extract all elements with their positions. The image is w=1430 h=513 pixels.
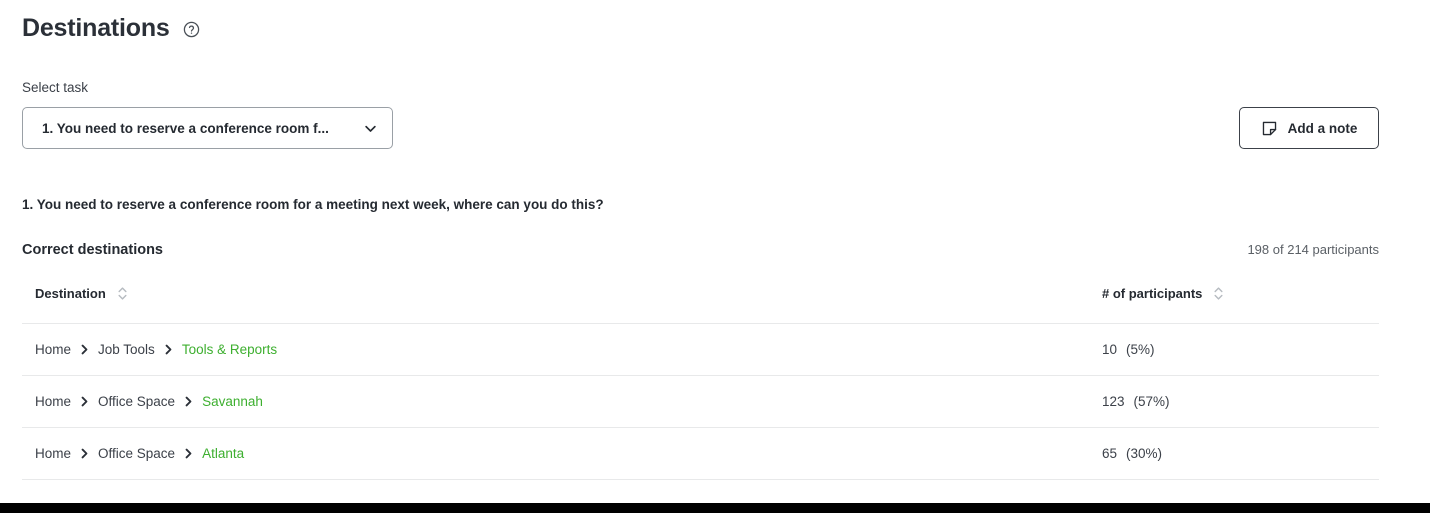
chevron-right-icon	[164, 344, 173, 355]
breadcrumb-destination: Savannah	[202, 394, 263, 409]
participants-cell: 65 (30%)	[1092, 427, 1379, 479]
breadcrumb-segment: Office Space	[98, 446, 175, 461]
participants-value-group: 10 (5%)	[1102, 342, 1379, 357]
breadcrumb-segment: Home	[35, 394, 71, 409]
results-section-header: Correct destinations 198 of 214 particip…	[22, 240, 1379, 260]
breadcrumb: Home Office Space Atlanta	[35, 446, 1092, 461]
breadcrumb-segment: Home	[35, 446, 71, 461]
table-body: Home Job Tools Tools & Reports 10 (5%) Home Of…	[22, 323, 1379, 479]
participants-percent: (57%)	[1134, 394, 1170, 409]
add-a-note-button[interactable]: Add a note	[1239, 107, 1379, 149]
participants-count: 123	[1102, 394, 1125, 409]
breadcrumb-destination: Tools & Reports	[182, 342, 277, 357]
chevron-down-icon	[353, 121, 378, 136]
page-title: Destinations	[22, 12, 170, 44]
task-select-value: 1. You need to reserve a conference room…	[42, 121, 329, 136]
participants-cell: 123 (57%)	[1092, 375, 1379, 427]
help-circle-icon[interactable]	[183, 18, 200, 38]
breadcrumb-segment: Job Tools	[98, 342, 155, 357]
chevron-right-icon	[184, 396, 193, 407]
column-header-participants-label: # of participants	[1102, 286, 1202, 301]
breadcrumb-destination: Atlanta	[202, 446, 244, 461]
table-header-row: Destination # of participants	[22, 280, 1379, 323]
chevron-right-icon	[80, 448, 89, 459]
chevron-right-icon	[80, 344, 89, 355]
destinations-table: Destination # of participants	[22, 280, 1379, 480]
table-head: Destination # of participants	[22, 280, 1379, 323]
table-row: Home Job Tools Tools & Reports 10 (5%)	[22, 323, 1379, 375]
correct-destinations-title: Correct destinations	[22, 240, 163, 260]
page-header: Destinations	[22, 12, 200, 44]
bottom-bar	[0, 503, 1430, 513]
destination-cell: Home Job Tools Tools & Reports	[22, 323, 1092, 375]
table-row: Home Office Space Atlanta 65 (30%)	[22, 427, 1379, 479]
column-header-participants[interactable]: # of participants	[1092, 280, 1379, 323]
note-icon	[1261, 120, 1278, 137]
destination-cell: Home Office Space Savannah	[22, 375, 1092, 427]
participants-percent: (30%)	[1126, 446, 1162, 461]
column-header-destination-label: Destination	[35, 286, 106, 301]
table-row: Home Office Space Savannah 123 (57%)	[22, 375, 1379, 427]
breadcrumb: Home Job Tools Tools & Reports	[35, 342, 1092, 357]
participants-value-group: 65 (30%)	[1102, 446, 1379, 461]
sort-updown-icon[interactable]	[1213, 286, 1224, 301]
participants-count: 65	[1102, 446, 1117, 461]
destination-cell: Home Office Space Atlanta	[22, 427, 1092, 479]
participants-cell: 10 (5%)	[1092, 323, 1379, 375]
chevron-right-icon	[184, 448, 193, 459]
task-select-dropdown[interactable]: 1. You need to reserve a conference room…	[22, 107, 393, 149]
select-task-label: Select task	[22, 79, 88, 97]
column-header-destination[interactable]: Destination	[22, 280, 1092, 323]
destinations-page: Destinations Select task 1. You need to …	[0, 0, 1430, 513]
chevron-right-icon	[80, 396, 89, 407]
task-question: 1. You need to reserve a conference room…	[22, 195, 604, 214]
breadcrumb-segment: Home	[35, 342, 71, 357]
add-a-note-label: Add a note	[1288, 121, 1358, 136]
participants-percent: (5%)	[1126, 342, 1155, 357]
breadcrumb: Home Office Space Savannah	[35, 394, 1092, 409]
participants-count: 10	[1102, 342, 1117, 357]
participants-value-group: 123 (57%)	[1102, 394, 1379, 409]
participants-summary: 198 of 214 participants	[1247, 240, 1379, 260]
sort-updown-icon[interactable]	[117, 286, 128, 301]
breadcrumb-segment: Office Space	[98, 394, 175, 409]
